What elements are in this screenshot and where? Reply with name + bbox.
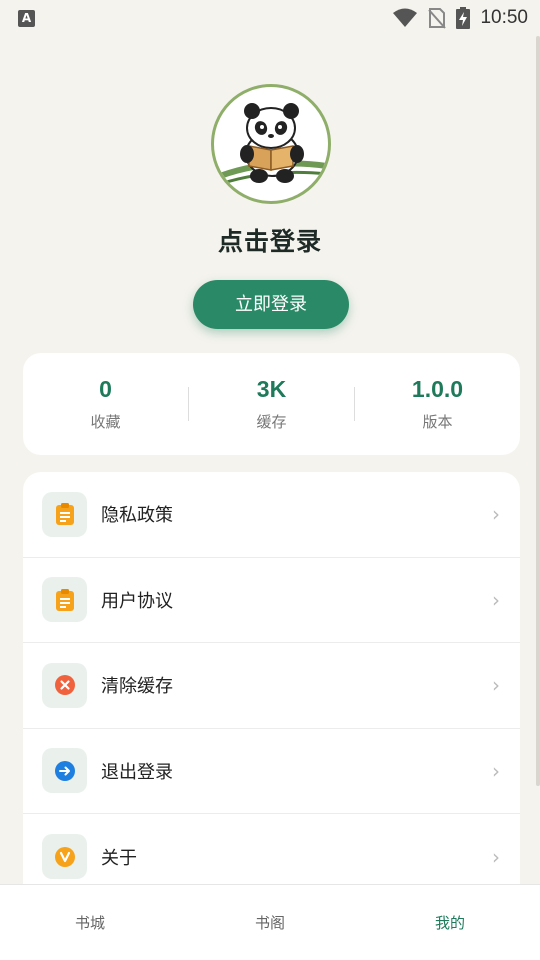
wifi-icon (393, 8, 418, 27)
menu-label: 退出登录 (101, 761, 173, 783)
clear-icon (54, 675, 75, 696)
chevron-right-icon: › (492, 587, 500, 612)
menu-icon-box (42, 748, 87, 794)
avatar[interactable] (211, 84, 331, 204)
logout-icon (54, 760, 75, 781)
menu-icon-box (42, 577, 87, 623)
stat-label: 收藏 (90, 413, 121, 431)
tab-bookstore[interactable]: 书城 (0, 885, 180, 960)
stats-card: 0 收藏 3K 缓存 1.0.0 版本 (23, 353, 520, 455)
stat-value: 1.0.0 (411, 376, 464, 402)
about-icon (54, 846, 75, 867)
clock-time: 10:50 (480, 7, 528, 28)
chevron-right-icon: › (492, 758, 500, 783)
stat-cache[interactable]: 3K 缓存 (189, 376, 354, 432)
settings-menu: 隐私政策 › 用户协议 › 清除缓存 › 退出登录 › 关于 › (23, 472, 520, 892)
stat-label: 版本 (422, 413, 453, 431)
chevron-right-icon: › (492, 673, 500, 698)
menu-label: 隐私政策 (101, 505, 173, 527)
status-bar: A 10:50 (0, 0, 540, 36)
menu-item-about[interactable]: 关于 › (23, 814, 520, 892)
menu-label: 清除缓存 (101, 676, 173, 698)
stat-value: 3K (256, 376, 287, 402)
menu-item-user-agreement[interactable]: 用户协议 › (23, 558, 520, 643)
menu-icon-box (42, 662, 87, 708)
clipboard-icon (55, 503, 74, 526)
no-sim-icon (428, 8, 447, 29)
notification-a-icon: A (18, 9, 35, 27)
menu-icon-box (42, 834, 87, 880)
battery-charging-icon (456, 7, 471, 29)
stat-value: 0 (99, 376, 112, 402)
stat-favorites[interactable]: 0 收藏 (23, 376, 188, 432)
stat-label: 缓存 (256, 413, 287, 431)
login-button[interactable]: 立即登录 (193, 280, 349, 329)
panda-reading-icon (218, 103, 327, 186)
tab-mine[interactable]: 我的 (360, 885, 540, 960)
menu-item-clear-cache[interactable]: 清除缓存 › (23, 643, 520, 729)
clipboard-icon (55, 588, 74, 611)
bottom-nav: 书城 书阁 我的 (0, 884, 540, 960)
menu-icon-box (42, 491, 87, 537)
stat-version[interactable]: 1.0.0 版本 (355, 376, 520, 432)
tab-bookshelf[interactable]: 书阁 (180, 885, 360, 960)
chevron-right-icon: › (492, 844, 500, 869)
chevron-right-icon: › (492, 502, 500, 527)
menu-item-logout[interactable]: 退出登录 › (23, 729, 520, 814)
menu-label: 用户协议 (101, 590, 173, 612)
menu-item-privacy-policy[interactable]: 隐私政策 › (23, 472, 520, 558)
menu-label: 关于 (101, 847, 137, 869)
scrollbar[interactable] (536, 36, 540, 786)
page-title[interactable]: 点击登录 (0, 222, 540, 258)
